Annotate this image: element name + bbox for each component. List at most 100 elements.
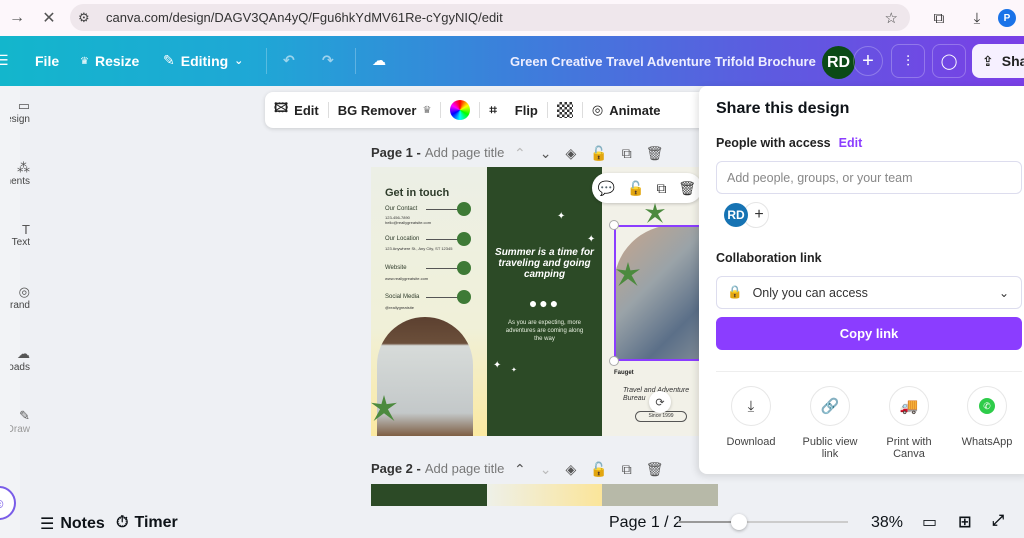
address-bar[interactable]: ⚙ canva.com/design/DAGV3QAn4yQ/Fgu6hkYdM… (70, 4, 910, 31)
page-indicator[interactable]: Page 1 / 2 (609, 514, 682, 532)
file-menu[interactable]: File (35, 53, 59, 69)
pages-view-icon[interactable]: ▭ (922, 512, 937, 532)
timer-button[interactable]: ⏱ Timer (116, 514, 178, 532)
undo-icon[interactable]: ↶ (283, 52, 295, 69)
summer-headline[interactable]: Summer is a time for traveling and going… (493, 247, 596, 280)
sidebar-item-elements[interactable]: ⁂Elements (0, 160, 30, 190)
green-burst-shape[interactable] (645, 203, 665, 223)
timer-icon: ⏱ (116, 514, 129, 531)
member-avatar[interactable]: RD (724, 203, 748, 227)
download-icon[interactable]: ⤓ (960, 10, 994, 27)
add-people-input[interactable]: Add people, groups, or your team (716, 161, 1022, 194)
stop-loading-icon[interactable]: ✕ (34, 3, 64, 33)
sidebar-item-design[interactable]: ▭Design (0, 98, 30, 128)
zoom-slider-handle[interactable] (731, 514, 748, 530)
brochure-panel-summer[interactable]: ✦ ✦ Summer is a time for traveling and g… (487, 167, 602, 436)
document-title[interactable]: Green Creative Travel Adventure Trifold … (510, 54, 816, 69)
sidebar-item-draw[interactable]: ✎ Draw (0, 408, 30, 438)
summer-subtext[interactable]: As you are expecting, more adventures ar… (501, 319, 588, 343)
sidebar-label: Uploads (10, 362, 30, 373)
share-button[interactable]: ⇪ Share (972, 44, 1024, 78)
extensions-icon[interactable]: ⧉ (922, 10, 956, 27)
duplicate-icon[interactable]: ⧉ (656, 180, 666, 197)
comments-button[interactable]: ◯ (932, 44, 966, 78)
fullscreen-icon[interactable]: ⤢ (992, 512, 1004, 529)
resize-button[interactable]: ♛ Resize (80, 53, 139, 69)
resize-handle[interactable] (609, 220, 619, 230)
lock-icon[interactable]: 🔓 (590, 461, 607, 478)
plus-icon: + (862, 49, 874, 72)
edit-access-link[interactable]: Edit (839, 136, 863, 150)
print-with-canva-action[interactable]: 🚚 Print with Canva (869, 386, 949, 460)
rotate-icon[interactable]: ⟳ (649, 391, 671, 413)
redo-icon[interactable]: ↷ (322, 52, 334, 69)
move-down-icon[interactable]: ⌄ (540, 461, 552, 478)
page-title-input[interactable]: Add page title (425, 461, 505, 476)
whatsapp-action[interactable]: ✆ WhatsApp (947, 386, 1024, 448)
crop-button[interactable]: ⌗ (480, 102, 505, 118)
brand-name[interactable]: Fauget (614, 370, 634, 376)
menu-icon[interactable]: ☰ (0, 52, 9, 69)
smile-icon: ☺ (0, 495, 6, 511)
zoom-slider-fill (678, 521, 740, 523)
site-settings-icon[interactable]: ⚙ (78, 10, 98, 26)
resize-handle[interactable] (609, 356, 619, 366)
sidebar-item-text[interactable]: T Text (0, 222, 30, 251)
move-down-icon[interactable]: ⌄ (540, 145, 552, 162)
public-view-link-action[interactable]: 🔗 Public view link (790, 386, 870, 460)
zoom-slider[interactable] (678, 514, 848, 530)
delete-page-icon[interactable]: 🗑 (646, 145, 664, 162)
location-detail[interactable]: 123 Anywhere St., Any City, ST 12345 (385, 246, 465, 251)
notes-button[interactable]: ☰ Notes (40, 514, 105, 534)
link-access-dropdown[interactable]: 🔒 Only you can access ⌄ (716, 276, 1022, 309)
page-title-input[interactable]: Add page title (425, 145, 505, 160)
duplicate-page-icon[interactable]: ⧉ (622, 461, 632, 478)
delete-page-icon[interactable]: 🗑 (646, 461, 664, 478)
hide-page-icon[interactable]: ◈ (565, 461, 576, 478)
cloud-saved-icon[interactable]: ☁ (372, 52, 386, 69)
move-up-icon[interactable]: ⌃ (514, 461, 526, 478)
brand-icon: ◎ (18, 284, 30, 299)
website-detail[interactable]: www.reallygreatsite.com (385, 276, 428, 281)
add-collaborator-button[interactable]: + (853, 46, 883, 76)
forward-icon[interactable]: → (2, 3, 32, 33)
truck-icon: 🚚 (889, 386, 929, 426)
zoom-percent[interactable]: 38% (871, 514, 903, 532)
social-detail[interactable]: @reallygreatsite (385, 305, 414, 310)
brochure-panel-contact[interactable]: Get in touch Our Contact 123-456-7890 he… (371, 167, 487, 436)
sidebar-item-brand[interactable]: ◎Brand (0, 284, 30, 314)
sidebar-label: Brand (10, 300, 30, 311)
timer-label: Timer (134, 514, 178, 531)
profile-avatar[interactable]: P (998, 9, 1016, 27)
bookmark-star-icon[interactable]: ☆ (885, 9, 898, 27)
edit-image-button[interactable]: 🖾 Edit (265, 99, 328, 121)
grid-view-icon[interactable]: ⊞ (958, 512, 971, 532)
website-label[interactable]: Website (385, 265, 407, 271)
hide-page-icon[interactable]: ◈ (565, 145, 576, 162)
social-label[interactable]: Social Media (385, 294, 419, 300)
lock-icon[interactable]: 🔓 (590, 145, 607, 162)
insights-button[interactable]: ⫶ (891, 44, 925, 78)
location-label[interactable]: Our Location (385, 236, 419, 242)
image-edit-icon: 🖾 (274, 100, 289, 115)
download-action[interactable]: ⤓ Download (711, 386, 791, 448)
transparency-button[interactable] (548, 102, 582, 118)
crown-icon: ♛ (422, 104, 432, 116)
page-2-canvas[interactable] (371, 484, 718, 506)
contact-detail[interactable]: 123-456-7890 hello@reallygreatsite.com (385, 215, 431, 225)
delete-icon[interactable]: 🗑 (678, 180, 696, 197)
collaborator-avatar[interactable]: RD (822, 46, 855, 79)
contact-label[interactable]: Our Contact (385, 206, 417, 212)
duplicate-page-icon[interactable]: ⧉ (622, 145, 632, 162)
sidebar-item-uploads[interactable]: ☁Uploads (0, 346, 30, 376)
editing-mode-dropdown[interactable]: ✎ Editing ⌄ (163, 52, 243, 69)
add-comment-icon[interactable]: 💬 (598, 180, 615, 197)
bg-remover-button[interactable]: BG Remover ♛ (329, 103, 441, 118)
flip-button[interactable]: Flip (506, 103, 547, 118)
lock-icon[interactable]: 🔓 (627, 180, 644, 197)
move-up-icon[interactable]: ⌃ (514, 145, 526, 162)
color-button[interactable] (441, 100, 479, 120)
animate-button[interactable]: ◎ Animate (583, 102, 670, 118)
copy-link-button[interactable]: Copy link (716, 317, 1022, 350)
contact-title[interactable]: Get in touch (385, 187, 449, 199)
